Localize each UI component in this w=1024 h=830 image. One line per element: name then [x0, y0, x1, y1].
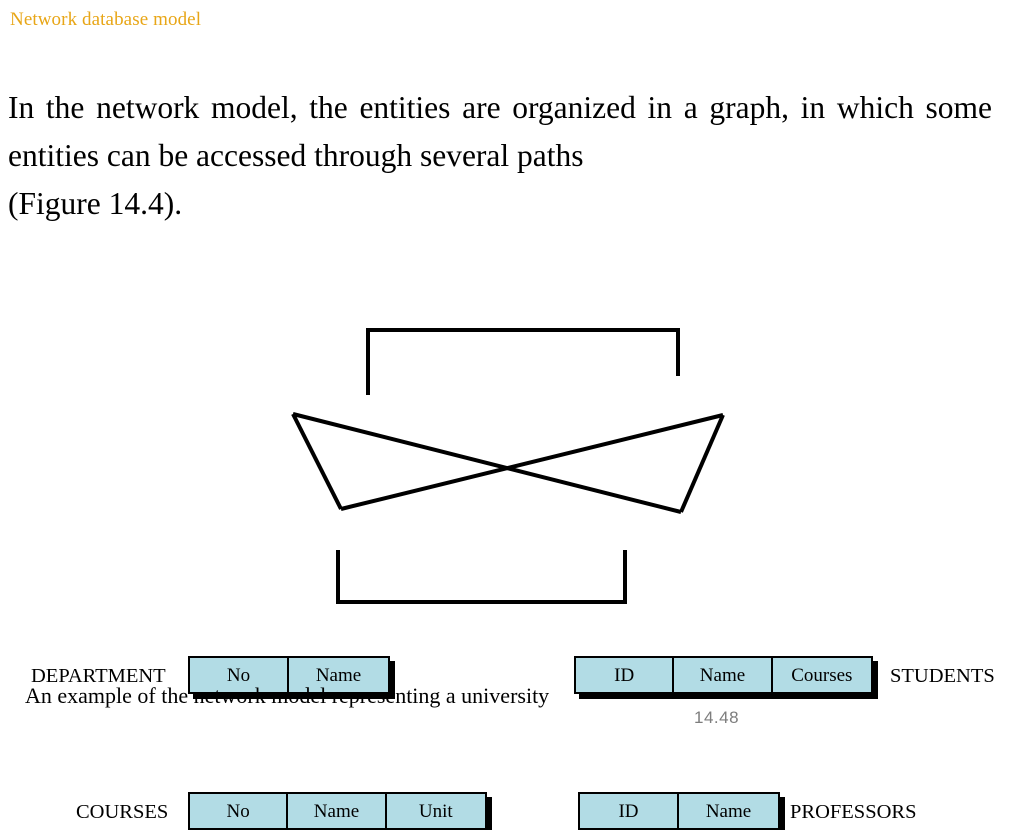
field-cell-students-name[interactable]: Name [674, 658, 773, 692]
link-courses-professors [336, 550, 627, 604]
entity-label-courses: COURSES [76, 801, 169, 823]
link-students-courses [340, 413, 724, 511]
field-cell-courses-no[interactable]: No [190, 794, 289, 828]
field-cell-students-id[interactable]: ID [576, 658, 675, 692]
network-model-diagram: DEPARTMENT No Name STUDENTS ID Name Cour… [0, 280, 1024, 830]
paragraph-line-1: In the network model, the entities are o… [8, 90, 789, 125]
field-cell-courses-name[interactable]: Name [288, 794, 387, 828]
diagram-connector-lines [291, 328, 725, 604]
entity-box-students[interactable]: ID Name Courses [574, 656, 873, 694]
entity-box-professors[interactable]: ID Name [578, 792, 780, 830]
link-department-courses [291, 413, 343, 510]
field-cell-professors-id[interactable]: ID [580, 794, 679, 828]
entity-label-professors: PROFESSORS [790, 801, 917, 823]
page-number: 14.48 [694, 708, 740, 727]
slide-title: Network database model [10, 9, 202, 30]
link-department-students [366, 328, 680, 395]
body-paragraph: In the network model, the entities are o… [8, 84, 992, 228]
link-students-professors [679, 414, 725, 513]
field-cell-students-courses[interactable]: Courses [773, 658, 871, 692]
field-cell-professors-name[interactable]: Name [679, 794, 778, 828]
figure-caption: An example of the network model represen… [25, 683, 550, 708]
field-cell-courses-unit[interactable]: Unit [387, 794, 485, 828]
entity-box-courses[interactable]: No Name Unit [188, 792, 487, 830]
link-department-professors [292, 412, 682, 514]
entity-label-students: STUDENTS [890, 665, 995, 687]
paragraph-line-3: (Figure 14.4). [8, 186, 183, 221]
